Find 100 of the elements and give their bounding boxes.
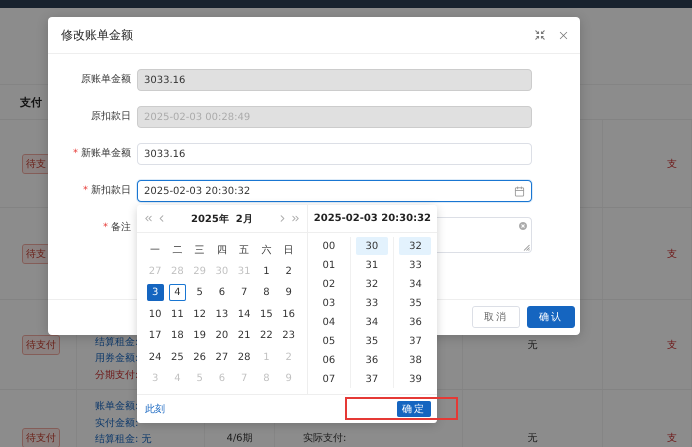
- time-option[interactable]: 38: [399, 351, 432, 369]
- calendar-day[interactable]: 4: [168, 284, 186, 302]
- table-cell-line: 结算租金: 无: [95, 432, 152, 447]
- dialog-title: 修改账单金额: [61, 26, 134, 44]
- time-option[interactable]: 33: [356, 294, 388, 312]
- fullscreen-button[interactable]: [535, 30, 545, 40]
- calendar-day[interactable]: 24: [146, 348, 164, 366]
- cancel-button[interactable]: 取消: [472, 306, 520, 328]
- time-option[interactable]: 34: [399, 275, 432, 293]
- month-title: 2025年 2月: [190, 212, 254, 226]
- calendar-day[interactable]: 12: [191, 306, 208, 323]
- calendar-day[interactable]: 11: [168, 306, 186, 323]
- resize-grip-icon[interactable]: [523, 244, 530, 251]
- weekday-label: 日: [282, 244, 295, 258]
- action-link[interactable]: 支: [667, 246, 677, 260]
- clear-icon[interactable]: [519, 222, 527, 230]
- weekday-label: 三: [194, 244, 206, 258]
- prev-year-button[interactable]: [143, 213, 154, 224]
- calendar-day[interactable]: 16: [280, 306, 298, 323]
- table-cell-line: 用券金额:: [95, 352, 138, 366]
- weekday-label: 一: [149, 244, 162, 258]
- time-option[interactable]: 37: [356, 370, 388, 388]
- time-option[interactable]: 37: [399, 332, 432, 350]
- weekday-label: 六: [260, 244, 272, 258]
- action-link[interactable]: 支: [667, 338, 677, 352]
- time-option[interactable]: 06: [312, 351, 345, 369]
- status-tag: 待支: [22, 154, 50, 174]
- table-cell-line: 实付金额:: [95, 416, 138, 430]
- calendar-day[interactable]: 15: [258, 306, 275, 323]
- calendar-day[interactable]: 8: [258, 284, 275, 302]
- action-link[interactable]: 支: [667, 156, 677, 170]
- calendar-day[interactable]: 13: [213, 306, 230, 323]
- calendar-day[interactable]: 27: [213, 348, 230, 366]
- calendar-day[interactable]: 26: [191, 348, 208, 366]
- calendar-day[interactable]: 10: [146, 306, 164, 323]
- time-option[interactable]: 04: [312, 313, 345, 331]
- column-header: 支付: [20, 94, 42, 110]
- time-option[interactable]: 39: [399, 370, 432, 388]
- ok-button[interactable]: 确定: [397, 401, 431, 417]
- field-label: 原账单金额: [80, 72, 132, 87]
- table-cell-text: 4/6期: [226, 432, 253, 444]
- field-label: 原扣款日: [90, 110, 132, 124]
- field-label: * 新扣款日: [82, 184, 132, 198]
- status-tag: 待支付: [22, 428, 60, 447]
- time-option[interactable]: 07: [312, 370, 345, 388]
- table-cell-line: 分期支付:: [95, 368, 138, 382]
- time-option[interactable]: 34: [356, 313, 388, 331]
- confirm-button[interactable]: 确认: [527, 306, 575, 328]
- time-option[interactable]: 32: [356, 275, 388, 293]
- field-label: * 新账单金额: [72, 146, 132, 161]
- calendar-day[interactable]: 28: [236, 348, 253, 366]
- time-option[interactable]: 36: [399, 313, 432, 331]
- calendar-day[interactable]: 18: [168, 327, 186, 344]
- calendar-day[interactable]: 9: [280, 284, 298, 302]
- time-option[interactable]: 02: [312, 275, 345, 293]
- collapse-icon: [535, 30, 545, 40]
- double-chevron-right-icon: [290, 213, 301, 224]
- time-option[interactable]: 35: [399, 294, 432, 312]
- calendar-day[interactable]: 21: [236, 327, 253, 344]
- table-cell-line: 账单金额:: [95, 400, 138, 414]
- time-option[interactable]: 00: [312, 237, 345, 255]
- calendar-day[interactable]: 22: [258, 327, 275, 344]
- calendar-icon: [514, 186, 525, 196]
- time-option[interactable]: 31: [356, 256, 388, 274]
- time-option[interactable]: 33: [399, 256, 432, 274]
- time-option[interactable]: 30: [356, 237, 388, 255]
- weekday-label: 四: [216, 244, 228, 258]
- calendar-day[interactable]: 2: [280, 262, 298, 280]
- calendar-day[interactable]: 6: [213, 284, 230, 302]
- table-cell-text: 实际支付:: [303, 432, 346, 445]
- weekday-label: 五: [238, 244, 250, 258]
- time-option[interactable]: 05: [312, 332, 345, 350]
- time-option[interactable]: 01: [312, 256, 345, 274]
- time-option[interactable]: 03: [312, 294, 345, 312]
- input-field[interactable]: 3033.16: [137, 143, 532, 165]
- calendar-day[interactable]: 19: [191, 327, 208, 344]
- calendar-day[interactable]: 3: [146, 284, 164, 302]
- calendar-day[interactable]: 20: [213, 327, 230, 344]
- table-cell-text: 无: [528, 338, 538, 352]
- calendar-day[interactable]: 25: [168, 348, 186, 366]
- time-option[interactable]: 36: [356, 351, 388, 369]
- time-title: 2025-02-03 20:30:32: [314, 213, 431, 224]
- field-label: * 备注: [102, 220, 132, 235]
- calendar-day[interactable]: 17: [146, 327, 164, 344]
- weekday-label: 二: [171, 244, 184, 258]
- action-link[interactable]: 支: [667, 430, 677, 444]
- time-option[interactable]: 32: [399, 237, 432, 255]
- double-chevron-left-icon: [143, 213, 154, 224]
- status-tag: 待支: [22, 244, 50, 264]
- date-field[interactable]: 2025-02-03 20:30:32: [137, 180, 532, 202]
- table-cell-text: 无: [528, 432, 538, 444]
- status-tag: 待支付: [22, 334, 60, 354]
- calendar-day[interactable]: 7: [236, 284, 253, 302]
- time-option[interactable]: 35: [356, 332, 388, 350]
- calendar-day[interactable]: 14: [236, 306, 253, 323]
- calendar-day[interactable]: 5: [191, 284, 208, 302]
- next-year-button[interactable]: [290, 213, 301, 224]
- now-link[interactable]: 此刻: [145, 402, 165, 416]
- calendar-day[interactable]: 23: [280, 327, 298, 344]
- calendar-day[interactable]: 1: [258, 262, 275, 280]
